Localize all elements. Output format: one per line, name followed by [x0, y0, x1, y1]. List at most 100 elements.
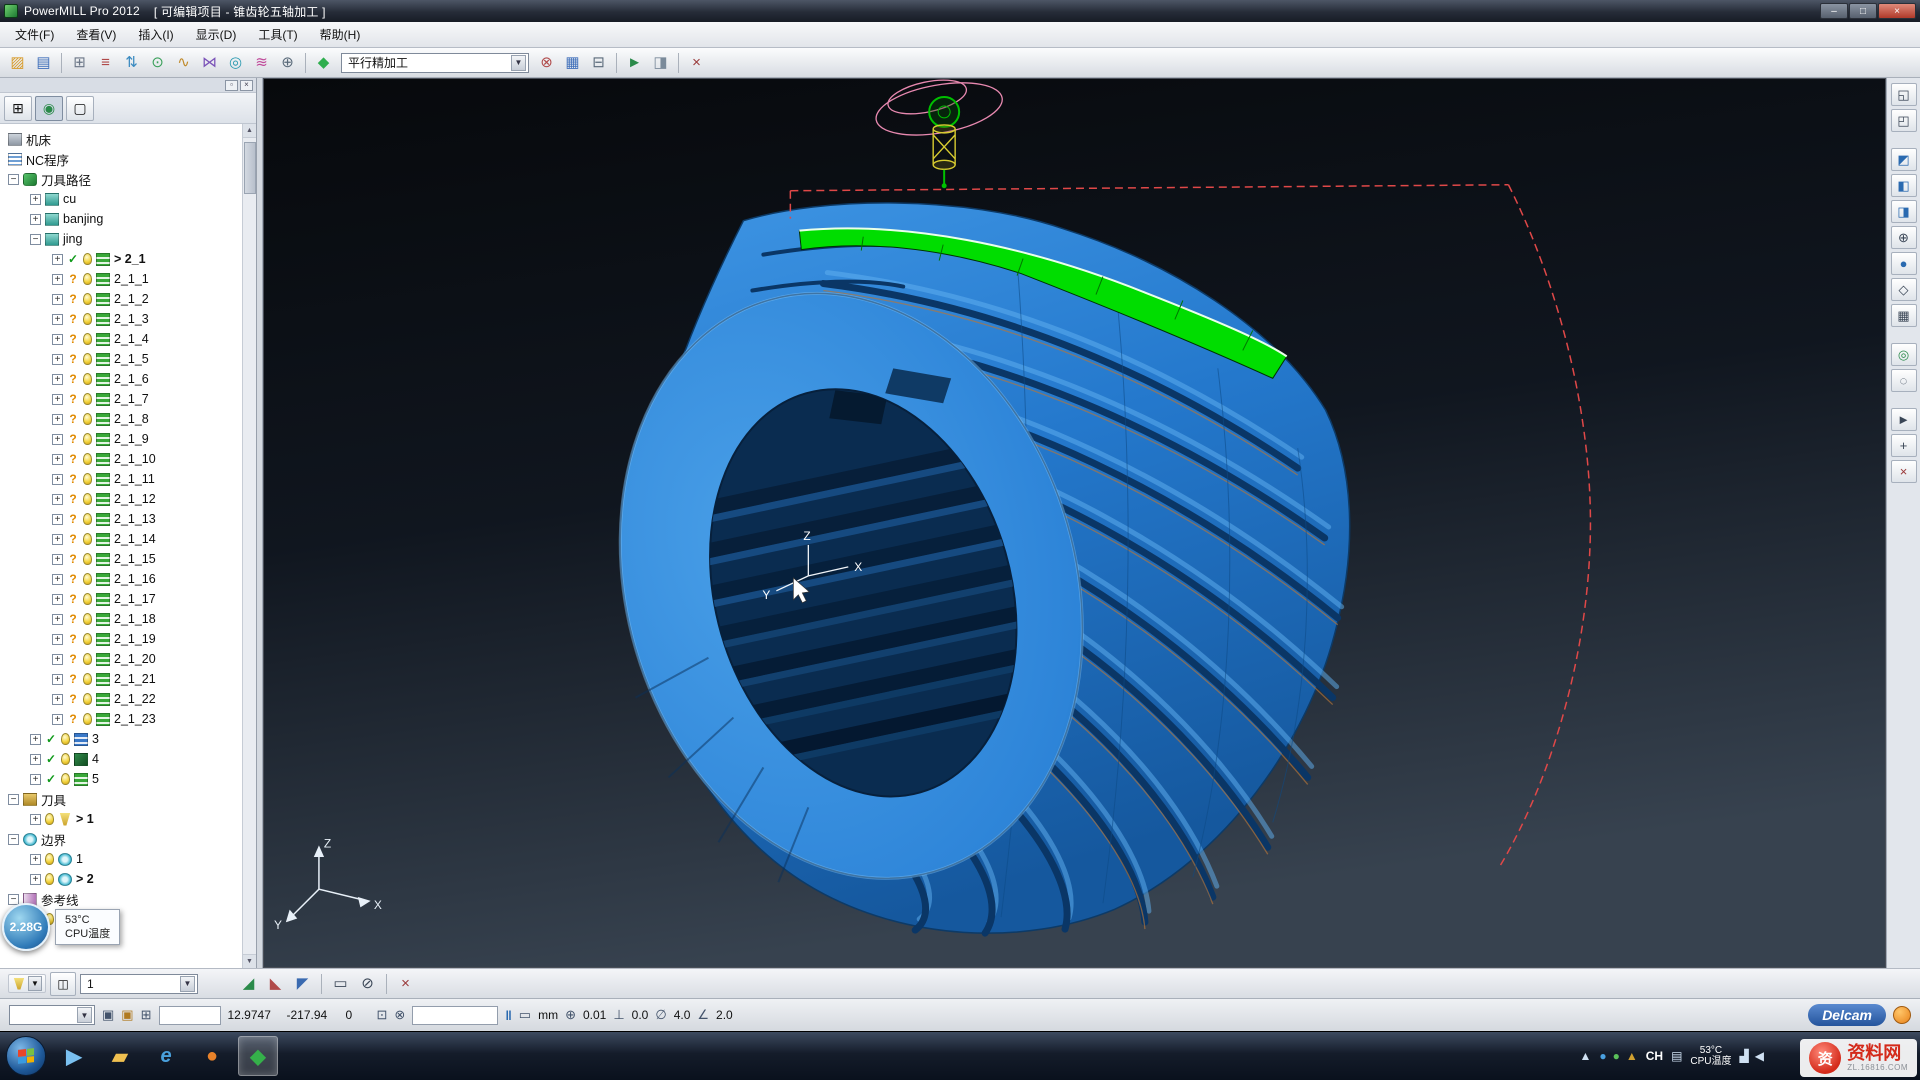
menu-insert[interactable]: 插入(I): [127, 22, 184, 47]
export-icon[interactable]: ▣: [102, 1007, 114, 1023]
visibility-bulb-icon[interactable]: [61, 733, 70, 745]
visibility-bulb-icon[interactable]: [83, 713, 92, 725]
taskbar-app-ie[interactable]: e: [146, 1036, 186, 1076]
tree-item-toolpath-2-1-15[interactable]: +?2_1_15: [0, 549, 242, 569]
tree-minus-toggle-icon[interactable]: −: [8, 174, 19, 185]
tool-selector-arrow-icon[interactable]: ▼: [28, 976, 42, 991]
link-coords-icon[interactable]: ⊗: [394, 1007, 405, 1023]
visibility-bulb-icon[interactable]: [83, 273, 92, 285]
tree-plus-toggle-icon[interactable]: +: [52, 654, 63, 665]
wireframe-view-button[interactable]: ◇: [1891, 278, 1917, 301]
visibility-bulb-icon[interactable]: [61, 753, 70, 765]
visibility-bulb-icon[interactable]: [83, 353, 92, 365]
network-icon[interactable]: ▟: [1740, 1049, 1749, 1063]
refresh-view-button[interactable]: ◌: [1891, 369, 1917, 392]
tree-plus-toggle-icon[interactable]: +: [52, 454, 63, 465]
tree-item-toolpath-2-1-12[interactable]: +?2_1_12: [0, 489, 242, 509]
tree-item-toolpath-banjing[interactable]: +banjing: [0, 209, 242, 229]
tree-item-toolpath-2-1-21[interactable]: +?2_1_21: [0, 669, 242, 689]
entity-combobox[interactable]: 1 ▼: [80, 974, 198, 994]
visibility-bulb-icon[interactable]: [83, 593, 92, 605]
visibility-bulb-icon[interactable]: [83, 633, 92, 645]
simulate-toolpath-button[interactable]: ►: [622, 51, 647, 75]
swap-entity-icon[interactable]: ◫: [50, 972, 76, 996]
blank-panel-toggle[interactable]: ▢: [66, 96, 94, 121]
tree-plus-toggle-icon[interactable]: +: [52, 414, 63, 425]
clip-sim-button[interactable]: ⊘: [355, 972, 380, 996]
tree-item-toolpath-2-1-19[interactable]: +?2_1_19: [0, 629, 242, 649]
import-icon[interactable]: ▣: [121, 1007, 133, 1023]
tree-plus-toggle-icon[interactable]: +: [52, 714, 63, 725]
visibility-bulb-icon[interactable]: [83, 493, 92, 505]
tree-item-toolpath-2-1-3[interactable]: +?2_1_3: [0, 309, 242, 329]
tree-item-toolpath-2-1-5[interactable]: +?2_1_5: [0, 349, 242, 369]
panel-pin-icon[interactable]: ▫: [225, 80, 238, 91]
tree-plus-toggle-icon[interactable]: +: [52, 474, 63, 485]
expand-dock-button[interactable]: ◰: [1891, 109, 1917, 132]
minimize-button[interactable]: –: [1820, 3, 1848, 19]
menu-tools[interactable]: 工具(T): [247, 22, 308, 47]
toolpath-batch-button[interactable]: ⊗: [534, 51, 559, 75]
coordinate-input[interactable]: [159, 1006, 221, 1025]
panel-close-icon[interactable]: ×: [240, 80, 253, 91]
tree-plus-toggle-icon[interactable]: +: [52, 354, 63, 365]
tree-plus-toggle-icon[interactable]: +: [30, 214, 41, 225]
tree-plus-toggle-icon[interactable]: +: [52, 254, 63, 265]
tree-item-toolpath-2-1-4[interactable]: +?2_1_4: [0, 329, 242, 349]
cursor-mode-button[interactable]: ►: [1891, 408, 1917, 431]
tree-item-toolpath-3[interactable]: +✓3: [0, 729, 242, 749]
taskbar-app-media-player[interactable]: ▶: [54, 1036, 94, 1076]
tray-overflow-icon[interactable]: ▲: [1579, 1049, 1591, 1063]
strategy-combobox[interactable]: 平行精加工 ▼: [341, 53, 529, 73]
visibility-bulb-icon[interactable]: [83, 573, 92, 585]
toolpath-verify-button[interactable]: ▦: [560, 51, 585, 75]
temperature-gadget[interactable]: 2.28G 53°C CPU温度: [2, 903, 120, 951]
tree-item-boundary-2[interactable]: +> 2: [0, 869, 242, 889]
tray-update-icon[interactable]: ●: [1599, 1049, 1606, 1063]
tree-item-toolpath-2-1[interactable]: +✓> 2_1: [0, 249, 242, 269]
start-endpoint-button[interactable]: ⊙: [145, 51, 170, 75]
tree-item-tool-1[interactable]: +> 1: [0, 809, 242, 829]
visibility-bulb-icon[interactable]: [83, 473, 92, 485]
keyboard-layout-icon[interactable]: ▤: [1671, 1049, 1682, 1063]
visibility-bulb-icon[interactable]: [83, 313, 92, 325]
close-strategy-toolbar-button[interactable]: ×: [684, 51, 709, 75]
tree-plus-toggle-icon[interactable]: +: [52, 374, 63, 385]
tree-item-toolpath-2-1-6[interactable]: +?2_1_6: [0, 369, 242, 389]
tree-plus-toggle-icon[interactable]: +: [52, 614, 63, 625]
menu-display[interactable]: 显示(D): [185, 22, 248, 47]
tree-minus-toggle-icon[interactable]: −: [8, 794, 19, 805]
tree-item-toolpath-2-1-23[interactable]: +?2_1_23: [0, 709, 242, 729]
toolpath-calculator-button[interactable]: ⊟: [586, 51, 611, 75]
visibility-bulb-icon[interactable]: [83, 533, 92, 545]
visibility-bulb-icon[interactable]: [83, 453, 92, 465]
visibility-bulb-icon[interactable]: [83, 653, 92, 665]
open-project-button[interactable]: ▨: [5, 51, 30, 75]
tree-plus-toggle-icon[interactable]: +: [52, 314, 63, 325]
feeds-speeds-button[interactable]: ≡: [93, 51, 118, 75]
close-dock-button[interactable]: ×: [1891, 460, 1917, 483]
chevron-down-icon[interactable]: ▼: [77, 1007, 92, 1023]
scroll-down-icon[interactable]: ▼: [243, 954, 256, 968]
rapid-heights-button[interactable]: ⇅: [119, 51, 144, 75]
top-view-button[interactable]: ◧: [1891, 174, 1917, 197]
close-button[interactable]: ×: [1878, 3, 1916, 19]
world-axis-button[interactable]: ◎: [1891, 343, 1917, 366]
tree-item-toolpath-4[interactable]: +✓4: [0, 749, 242, 769]
tree-item-toolpath-jing[interactable]: −jing: [0, 229, 242, 249]
tree-plus-toggle-icon[interactable]: +: [30, 814, 41, 825]
language-indicator[interactable]: CH: [1646, 1049, 1663, 1063]
block-form-button[interactable]: ⊞: [67, 51, 92, 75]
tree-plus-toggle-icon[interactable]: +: [52, 594, 63, 605]
leads-links-button[interactable]: ⋈: [197, 51, 222, 75]
tree-plus-toggle-icon[interactable]: +: [52, 274, 63, 285]
tree-item-toolpath-2-1-11[interactable]: +?2_1_11: [0, 469, 242, 489]
close-sim-toolbar-button[interactable]: ×: [393, 972, 418, 996]
tree-item-toolpath-2-1-18[interactable]: +?2_1_18: [0, 609, 242, 629]
visibility-bulb-icon[interactable]: [83, 373, 92, 385]
pattern-create-button[interactable]: ≋: [249, 51, 274, 75]
visibility-bulb-icon[interactable]: [83, 333, 92, 345]
save-project-button[interactable]: ▤: [31, 51, 56, 75]
tree-item-toolpath-2-1-9[interactable]: +?2_1_9: [0, 429, 242, 449]
tree-item-toolpath-2-1-14[interactable]: +?2_1_14: [0, 529, 242, 549]
